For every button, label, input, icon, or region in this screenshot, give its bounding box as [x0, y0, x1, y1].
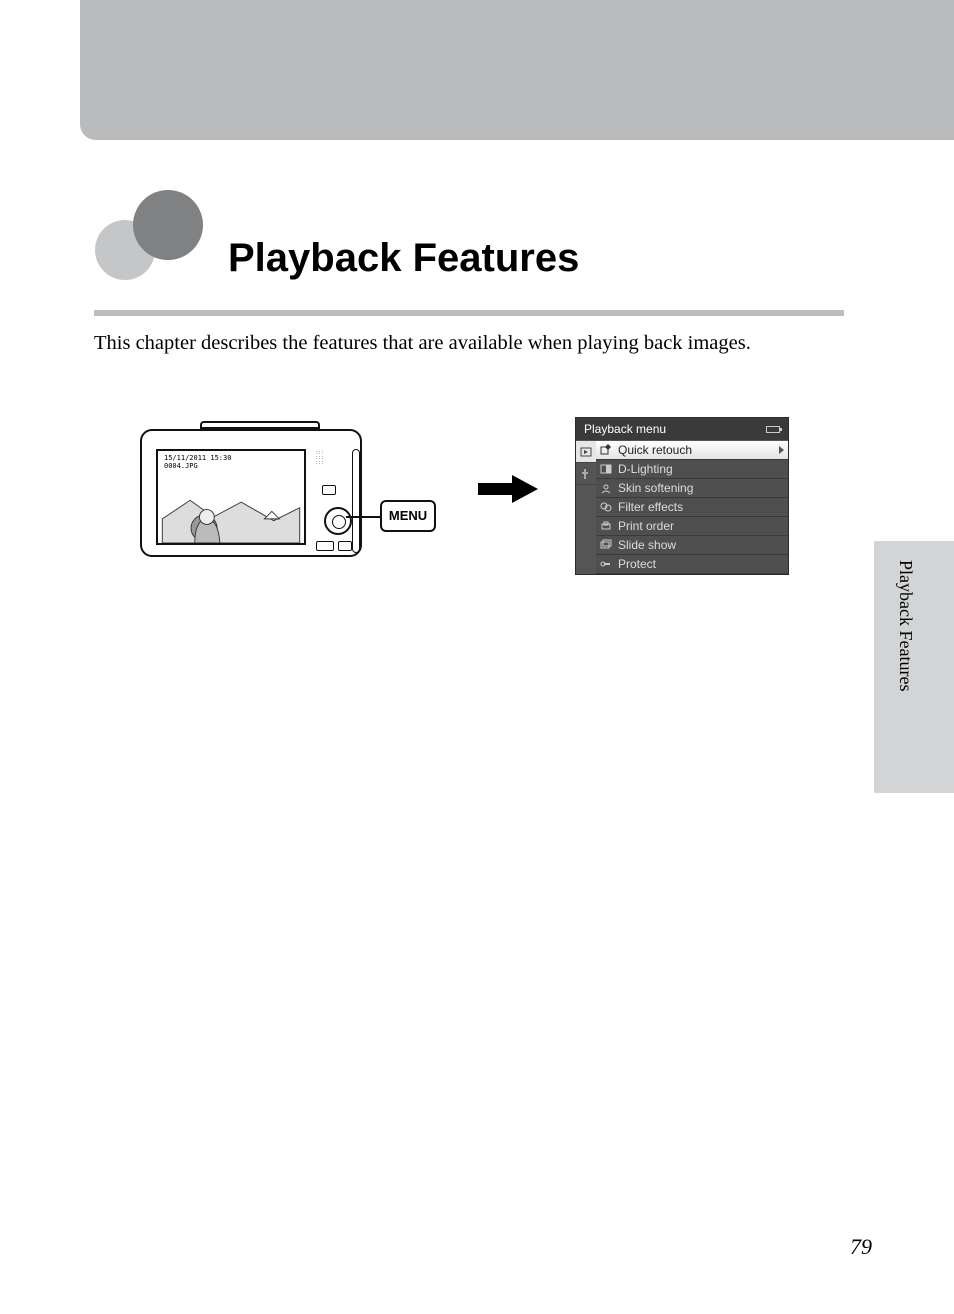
arrow-right-icon	[478, 475, 538, 503]
menu-item-label: Protect	[618, 557, 656, 571]
menu-item-label: Slide show	[618, 538, 676, 552]
menu-item-quick-retouch: Quick retouch	[596, 441, 788, 460]
chapter-title: Playback Features	[228, 236, 579, 281]
skin-softening-icon	[600, 482, 612, 494]
menu-item-label: Filter effects	[618, 500, 683, 514]
callout-line	[346, 516, 382, 518]
menu-tab-playback	[576, 441, 596, 463]
side-tab-label: Playback Features	[895, 560, 916, 691]
menu-item-skin-softening: Skin softening	[596, 479, 788, 498]
menu-item-protect: Protect	[596, 555, 788, 574]
menu-tab-setup	[576, 463, 596, 485]
page-number: 79	[850, 1234, 872, 1260]
horizontal-rule	[94, 310, 844, 316]
quick-retouch-icon	[600, 444, 612, 456]
playback-menu-screenshot: Playback menu Quick retouch D-Lighting S…	[575, 417, 789, 575]
menu-item-print-order: Print order	[596, 517, 788, 536]
filter-effects-icon	[600, 501, 612, 513]
menu-item-label: Quick retouch	[618, 443, 692, 457]
menu-title: Playback menu	[584, 422, 666, 436]
menu-button-callout: MENU	[380, 500, 436, 532]
menu-item-d-lighting: D-Lighting	[596, 460, 788, 479]
print-order-icon	[600, 520, 612, 532]
chapter-header-block-edge	[870, 0, 954, 140]
menu-item-filter-effects: Filter effects	[596, 498, 788, 517]
menu-header: Playback menu	[576, 418, 788, 441]
camera-illustration: 15/11/2011 15:30 0004.JPG :::::::::	[140, 423, 440, 573]
slide-show-icon	[600, 539, 612, 551]
chapter-icon	[95, 190, 215, 280]
chapter-header-block	[80, 0, 874, 140]
menu-item-label: Skin softening	[618, 481, 693, 495]
lcd-filename: 0004.JPG	[164, 462, 198, 470]
menu-item-slide-show: Slide show	[596, 536, 788, 555]
menu-item-label: D-Lighting	[618, 462, 673, 476]
menu-item-label: Print order	[618, 519, 674, 533]
intro-paragraph: This chapter describes the features that…	[94, 332, 751, 355]
battery-icon	[766, 426, 780, 433]
protect-icon	[600, 558, 612, 570]
d-lighting-icon	[600, 463, 612, 475]
